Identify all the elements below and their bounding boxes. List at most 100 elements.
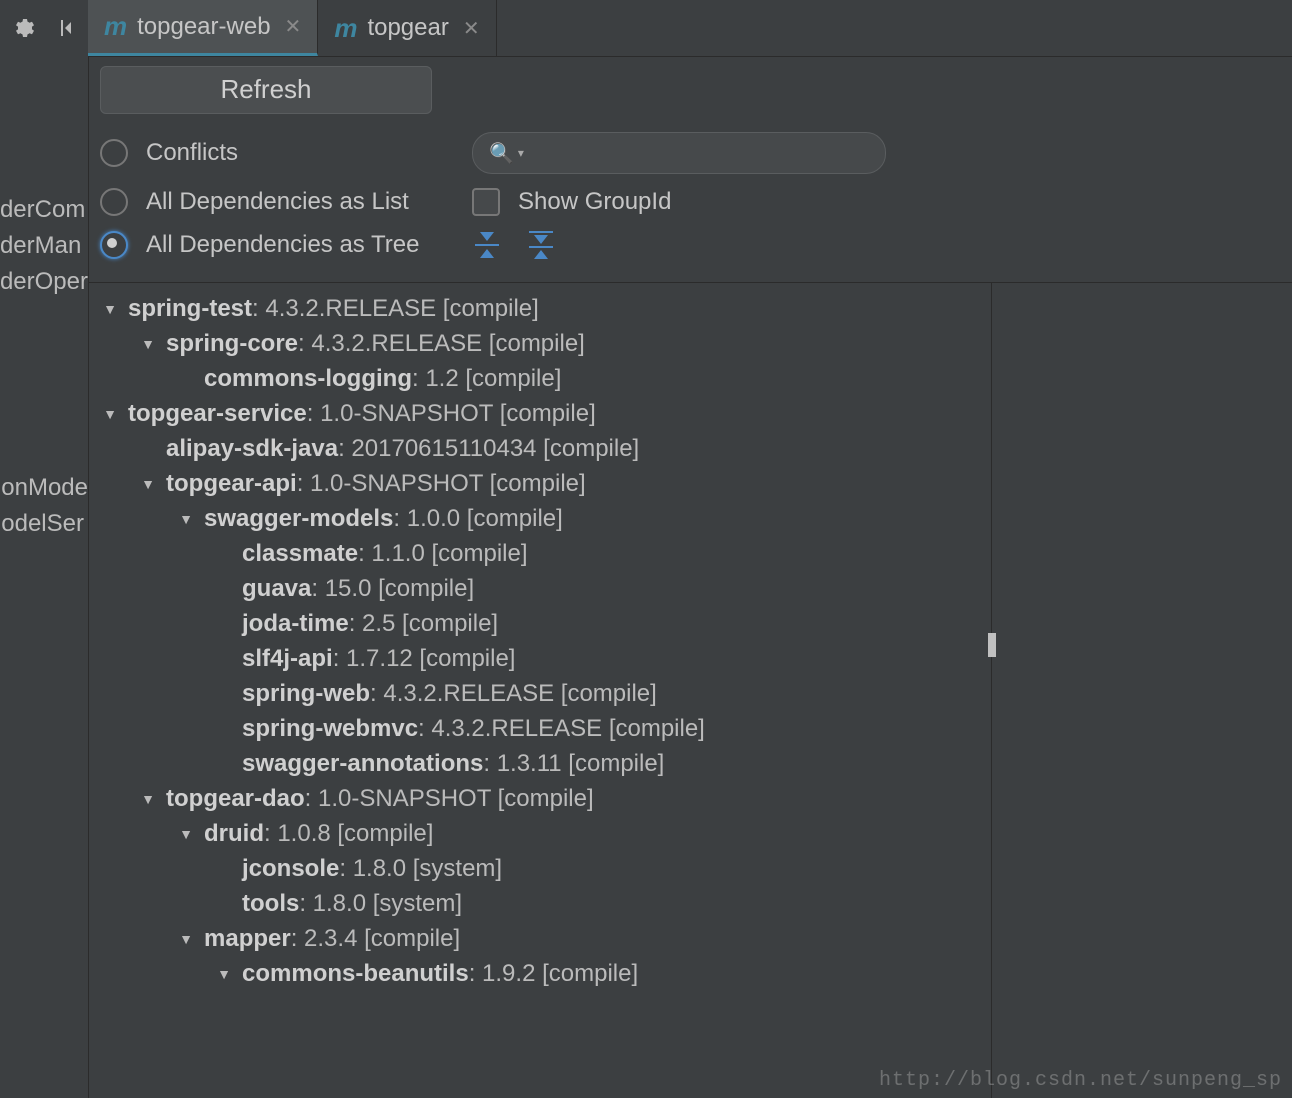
- disclosure-triangle-icon[interactable]: [100, 298, 120, 319]
- dependency-version-scope: : 4.3.2.RELEASE [compile]: [370, 680, 657, 708]
- dependency-name: topgear-service: [128, 400, 307, 428]
- project-item-partial[interactable]: derOper: [0, 264, 88, 300]
- dependency-version-scope: : 1.8.0 [system]: [339, 855, 502, 883]
- left-tool-window-strip: derComderManderOper onModeodelSer: [0, 56, 89, 1098]
- tab-label: topgear: [367, 14, 448, 42]
- disclosure-triangle-icon[interactable]: [176, 928, 196, 949]
- tree-row[interactable]: spring-core : 4.3.2.RELEASE [compile]: [92, 326, 987, 361]
- dependency-name: tools: [242, 890, 299, 918]
- dependency-version-scope: : 1.2 [compile]: [412, 365, 561, 393]
- tree-row[interactable]: mapper : 2.3.4 [compile]: [92, 921, 987, 956]
- label-all-list: All Dependencies as List: [146, 188, 409, 216]
- tab-topgear-web[interactable]: m topgear-web ✕: [88, 0, 318, 56]
- dependency-version-scope: : 1.7.12 [compile]: [333, 645, 516, 673]
- dependency-version-scope: : 1.0-SNAPSHOT [compile]: [305, 785, 594, 813]
- gear-icon[interactable]: [11, 16, 35, 40]
- dependency-name: alipay-sdk-java: [166, 435, 338, 463]
- dependency-name: mapper: [204, 925, 291, 953]
- disclosure-triangle-icon[interactable]: [214, 963, 234, 984]
- project-item-partial[interactable]: onMode: [1, 470, 88, 506]
- controls-panel: Refresh Conflicts 🔍▾ All Dependencies as…: [88, 56, 1292, 274]
- tree-row[interactable]: topgear-service : 1.0-SNAPSHOT [compile]: [92, 396, 987, 431]
- dependency-version-scope: : 1.0-SNAPSHOT [compile]: [297, 470, 586, 498]
- tree-row[interactable]: spring-webmvc : 4.3.2.RELEASE [compile]: [92, 711, 987, 746]
- search-input[interactable]: 🔍▾: [472, 132, 886, 174]
- tree-row[interactable]: tools : 1.8.0 [system]: [92, 886, 987, 921]
- dependency-name: commons-beanutils: [242, 960, 469, 988]
- dependency-version-scope: : 1.3.11 [compile]: [483, 750, 664, 778]
- splitter-handle[interactable]: [988, 633, 996, 657]
- close-icon[interactable]: ✕: [459, 16, 480, 41]
- tree-row[interactable]: classmate : 1.1.0 [compile]: [92, 536, 987, 571]
- dependency-name: spring-webmvc: [242, 715, 418, 743]
- dependency-name: classmate: [242, 540, 358, 568]
- dependency-name: spring-web: [242, 680, 370, 708]
- tree-row[interactable]: joda-time : 2.5 [compile]: [92, 606, 987, 641]
- dependency-version-scope: : 4.3.2.RELEASE [compile]: [298, 330, 585, 358]
- radio-conflicts[interactable]: [100, 139, 128, 167]
- disclosure-triangle-icon[interactable]: [138, 788, 158, 809]
- tree-row[interactable]: jconsole : 1.8.0 [system]: [92, 851, 987, 886]
- refresh-button[interactable]: Refresh: [100, 66, 432, 114]
- dependency-version-scope: : 20170615110434 [compile]: [338, 435, 639, 463]
- label-all-tree: All Dependencies as Tree: [146, 231, 420, 259]
- collapse-arrow-icon[interactable]: [53, 16, 77, 40]
- dependency-version-scope: : 1.0-SNAPSHOT [compile]: [307, 400, 596, 428]
- tree-row[interactable]: commons-beanutils : 1.9.2 [compile]: [92, 956, 987, 991]
- watermark: http://blog.csdn.net/sunpeng_sp: [879, 1069, 1282, 1092]
- maven-icon: m: [104, 11, 127, 42]
- dependency-name: spring-test: [128, 295, 252, 323]
- collapse-all-button[interactable]: [526, 230, 556, 260]
- tab-topgear[interactable]: m topgear ✕: [318, 0, 496, 56]
- tab-bar: m topgear-web ✕ m topgear ✕: [88, 0, 497, 56]
- tab-label: topgear-web: [137, 13, 270, 41]
- dependency-version-scope: : 2.3.4 [compile]: [291, 925, 460, 953]
- search-dropdown-icon[interactable]: ▾: [518, 146, 524, 160]
- dependency-tree[interactable]: spring-test : 4.3.2.RELEASE [compile]spr…: [88, 283, 991, 1098]
- dependency-version-scope: : 1.0.8 [compile]: [264, 820, 433, 848]
- checkbox-show-groupid[interactable]: [472, 188, 500, 216]
- dependency-name: jconsole: [242, 855, 339, 883]
- tree-row[interactable]: spring-web : 4.3.2.RELEASE [compile]: [92, 676, 987, 711]
- disclosure-triangle-icon[interactable]: [138, 333, 158, 354]
- close-icon[interactable]: ✕: [281, 14, 302, 39]
- tree-row[interactable]: alipay-sdk-java : 20170615110434 [compil…: [92, 431, 987, 466]
- project-item-partial[interactable]: odelSer: [1, 506, 88, 542]
- dependency-version-scope: : 15.0 [compile]: [311, 575, 474, 603]
- radio-all-tree[interactable]: [100, 231, 128, 259]
- search-icon: 🔍: [489, 141, 514, 166]
- dependency-name: topgear-api: [166, 470, 297, 498]
- disclosure-triangle-icon[interactable]: [176, 823, 196, 844]
- maven-icon: m: [334, 13, 357, 44]
- dependency-name: topgear-dao: [166, 785, 305, 813]
- dependency-version-scope: : 4.3.2.RELEASE [compile]: [252, 295, 539, 323]
- label-show-groupid: Show GroupId: [518, 188, 671, 216]
- tree-row[interactable]: slf4j-api : 1.7.12 [compile]: [92, 641, 987, 676]
- dependency-version-scope: : 2.5 [compile]: [349, 610, 498, 638]
- expand-all-button[interactable]: [472, 230, 502, 260]
- tree-row[interactable]: spring-test : 4.3.2.RELEASE [compile]: [92, 291, 987, 326]
- label-conflicts: Conflicts: [146, 139, 238, 167]
- dependency-name: joda-time: [242, 610, 349, 638]
- tree-row[interactable]: druid : 1.0.8 [compile]: [92, 816, 987, 851]
- project-item-partial[interactable]: derCom: [0, 192, 88, 228]
- radio-all-list[interactable]: [100, 188, 128, 216]
- dependency-name: spring-core: [166, 330, 298, 358]
- tree-row[interactable]: topgear-api : 1.0-SNAPSHOT [compile]: [92, 466, 987, 501]
- title-bar: m topgear-web ✕ m topgear ✕: [0, 0, 1292, 57]
- tree-row[interactable]: swagger-annotations : 1.3.11 [compile]: [92, 746, 987, 781]
- project-item-partial[interactable]: derMan: [0, 228, 88, 264]
- disclosure-triangle-icon[interactable]: [100, 403, 120, 424]
- dependency-version-scope: : 1.8.0 [system]: [299, 890, 462, 918]
- detail-panel: [991, 283, 1292, 1098]
- tree-row[interactable]: topgear-dao : 1.0-SNAPSHOT [compile]: [92, 781, 987, 816]
- dependency-name: guava: [242, 575, 311, 603]
- disclosure-triangle-icon[interactable]: [138, 473, 158, 494]
- dependency-name: swagger-models: [204, 505, 393, 533]
- dependency-name: druid: [204, 820, 264, 848]
- tree-row[interactable]: guava : 15.0 [compile]: [92, 571, 987, 606]
- dependency-name: swagger-annotations: [242, 750, 483, 778]
- tree-row[interactable]: commons-logging : 1.2 [compile]: [92, 361, 987, 396]
- disclosure-triangle-icon[interactable]: [176, 508, 196, 529]
- tree-row[interactable]: swagger-models : 1.0.0 [compile]: [92, 501, 987, 536]
